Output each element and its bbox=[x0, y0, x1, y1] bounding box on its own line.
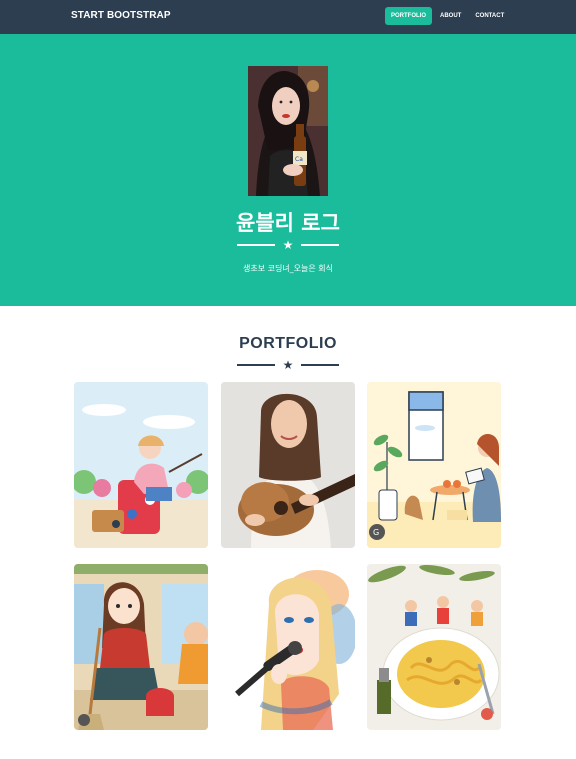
nav-link-portfolio[interactable]: PORTFOLIO bbox=[385, 7, 432, 25]
masthead-divider: ★ bbox=[0, 239, 576, 251]
svg-text:G: G bbox=[373, 528, 379, 537]
masthead-subtitle: 생초보 코딩녀_오늘은 회식 bbox=[242, 264, 334, 273]
nav-link-contact[interactable]: CONTACT bbox=[469, 7, 510, 25]
masthead-title: 윤블리 로그 bbox=[236, 211, 340, 235]
portfolio-item-reading-room[interactable]: G bbox=[367, 382, 501, 548]
portfolio-item-singer[interactable] bbox=[221, 564, 355, 730]
divider-line-right bbox=[301, 244, 340, 246]
svg-text:Ca: Ca bbox=[295, 156, 303, 163]
masthead: Ca 윤블리 로그 ★ 생초보 코딩녀_오늘은 회식 bbox=[0, 34, 576, 306]
profile-photo: Ca bbox=[248, 66, 328, 196]
divider-line-left bbox=[236, 364, 275, 366]
divider-line-right bbox=[301, 364, 340, 366]
portfolio-item-cleaning-girl[interactable] bbox=[74, 564, 208, 730]
portfolio-item-travel[interactable] bbox=[74, 382, 208, 548]
nav-link-about[interactable]: ABOUT bbox=[434, 7, 467, 25]
portfolio-heading: PORTFOLIO bbox=[239, 335, 337, 352]
divider-line-left bbox=[236, 244, 275, 246]
brand-link[interactable]: START BOOTSTRAP bbox=[71, 10, 171, 21]
star-icon: ★ bbox=[282, 358, 294, 372]
portfolio-item-guitar[interactable] bbox=[221, 382, 355, 548]
nav-links: PORTFOLIO ABOUT CONTACT bbox=[385, 7, 512, 25]
navbar: START BOOTSTRAP PORTFOLIO ABOUT CONTACT bbox=[0, 0, 576, 34]
portfolio-item-pasta-party[interactable] bbox=[367, 564, 501, 730]
star-icon: ★ bbox=[282, 238, 294, 252]
portfolio-divider: ★ bbox=[0, 359, 576, 371]
